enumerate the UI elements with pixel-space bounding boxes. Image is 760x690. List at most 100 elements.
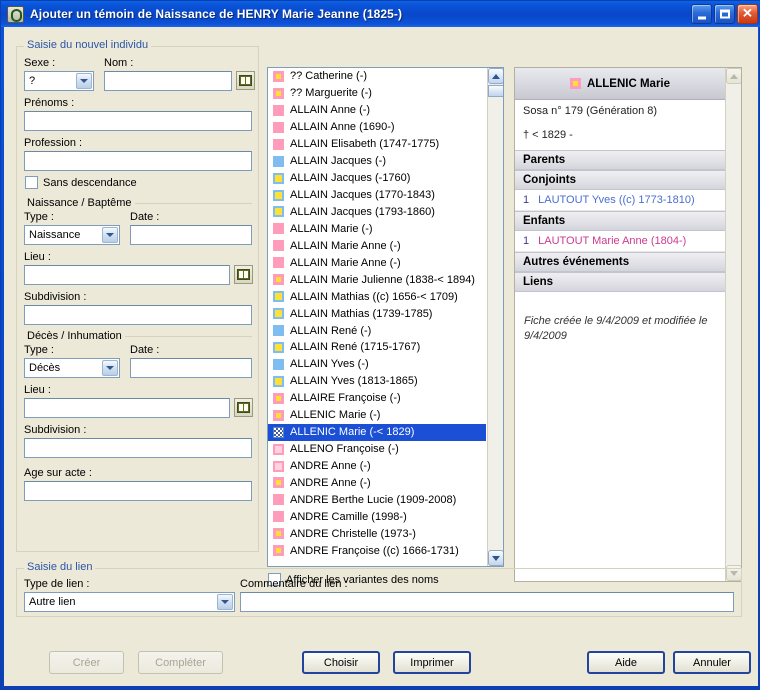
new-individual-group: Saisie du nouvel individu Sexe : ? Nom :…: [16, 39, 259, 552]
birth-lieu-input[interactable]: [24, 265, 230, 285]
death-subdivision-input[interactable]: [24, 438, 252, 458]
list-item[interactable]: ALLAIN Marie Julienne (1838-< 1894): [268, 271, 486, 288]
annuler-button[interactable]: Annuler: [673, 651, 751, 674]
list-item-label: ALLAIN René (1715-1767): [290, 341, 421, 354]
close-icon: ✕: [742, 5, 753, 21]
list-item[interactable]: ALLAIN Marie (-): [268, 220, 486, 237]
list-item[interactable]: ANDRE Anne (-): [268, 458, 486, 475]
list-item[interactable]: ALLAIN Elisabeth (1747-1775): [268, 136, 486, 153]
list-item[interactable]: ALLAIN Yves (1813-1865): [268, 373, 486, 390]
person-detail-body: ALLENIC Marie Sosa n° 179 (Génération 8)…: [515, 68, 725, 581]
list-item[interactable]: ALLAIN René (1715-1767): [268, 339, 486, 356]
list-item[interactable]: ALLAIRE Françoise (-): [268, 390, 486, 407]
list-item-label: ANDRE Anne (-): [290, 460, 371, 473]
close-button[interactable]: ✕: [737, 4, 758, 24]
birth-type-label: Type :: [24, 211, 54, 223]
list-item[interactable]: ALLAIN Jacques (1770-1843): [268, 187, 486, 204]
link-type-select[interactable]: Autre lien: [24, 592, 235, 612]
list-item[interactable]: ALLAIN Anne (-): [268, 102, 486, 119]
list-item[interactable]: ALLAIN Anne (1690-): [268, 119, 486, 136]
list-item-label: ANDRE Berthe Lucie (1909-2008): [290, 493, 457, 506]
child-link[interactable]: LAUTOUT Marie Anne (1804-): [538, 235, 686, 247]
female-icon: [273, 494, 284, 506]
chevron-down-icon[interactable]: [76, 73, 92, 89]
maximize-button[interactable]: [714, 4, 735, 24]
child-row[interactable]: 1 LAUTOUT Marie Anne (1804-): [515, 231, 725, 252]
list-item[interactable]: ALLAIN Jacques (-1760): [268, 170, 486, 187]
chevron-down-icon[interactable]: [102, 227, 118, 243]
imprimer-button[interactable]: Imprimer: [393, 651, 471, 674]
list-item[interactable]: ALLAIN Jacques (-): [268, 153, 486, 170]
birth-type-select[interactable]: Naissance: [24, 225, 120, 245]
list-item[interactable]: ?? Marguerite (-): [268, 85, 486, 102]
male-sosa-icon: [273, 341, 284, 353]
spouse-link[interactable]: LAUTOUT Yves ((c) 1773-1810): [538, 194, 695, 206]
list-item[interactable]: ALLAIN Marie Anne (-): [268, 254, 486, 271]
list-scrollbar[interactable]: [487, 68, 503, 566]
title-bar: Ajouter un témoin de Naissance de HENRY …: [1, 1, 760, 27]
list-item[interactable]: ALLENIC Marie (-< 1829): [268, 423, 486, 441]
list-item[interactable]: ANDRE Christelle (1973-): [268, 525, 486, 542]
link-comment-input[interactable]: [240, 592, 734, 612]
list-item[interactable]: ?? Catherine (-): [268, 68, 486, 85]
list-item[interactable]: ANDRE Anne (-): [268, 475, 486, 492]
death-lieu-input[interactable]: [24, 398, 230, 418]
list-item-label: ALLAIN Yves (1813-1865): [290, 375, 418, 388]
detail-scrollbar[interactable]: [725, 68, 741, 581]
individuals-list[interactable]: ?? Catherine (-) ?? Marguerite (-) ALLAIN …: [267, 67, 504, 567]
chevron-up-icon[interactable]: [726, 68, 741, 84]
list-item[interactable]: ALLAIN Mathias ((c) 1656-< 1709): [268, 288, 486, 305]
death-date-input[interactable]: [130, 358, 252, 378]
minimize-button[interactable]: [691, 4, 712, 24]
female-icon: [273, 240, 284, 252]
male-sosa-icon: [273, 206, 284, 218]
age-input[interactable]: [24, 481, 252, 501]
chevron-up-icon[interactable]: [488, 68, 503, 84]
nom-book-icon[interactable]: [236, 71, 255, 90]
sans-descendance-label: Sans descendance: [43, 176, 137, 189]
female-icon: [273, 257, 284, 269]
list-item-label: ALLAIN Yves (-): [290, 358, 369, 371]
death-lieu-book-icon[interactable]: [234, 398, 253, 417]
list-item[interactable]: ALLAIN René (-): [268, 322, 486, 339]
list-item[interactable]: ANDRE Françoise ((c) 1666-1731): [268, 542, 486, 559]
spouse-row[interactable]: 1 LAUTOUT Yves ((c) 1773-1810): [515, 190, 725, 211]
sexe-select[interactable]: ?: [24, 71, 94, 91]
male-sosa-icon: [273, 172, 284, 184]
male-sosa-icon: [273, 189, 284, 201]
birth-date-input[interactable]: [130, 225, 252, 245]
list-item[interactable]: ANDRE Camille (1998-): [268, 508, 486, 525]
birth-subdivision-input[interactable]: [24, 305, 252, 325]
scrollbar-thumb[interactable]: [488, 85, 503, 97]
birth-subdivision-label: Subdivision :: [24, 291, 87, 303]
list-item[interactable]: ALLAIN Mathias (1739-1785): [268, 305, 486, 322]
new-individual-legend: Saisie du nouvel individu: [24, 39, 152, 52]
male-icon: [273, 155, 284, 167]
nom-input[interactable]: [104, 71, 232, 91]
choisir-button[interactable]: Choisir: [302, 651, 380, 674]
aide-button[interactable]: Aide: [587, 651, 665, 674]
detail-note: Fiche créée le 9/4/2009 et modifiée le 9…: [524, 315, 708, 342]
list-item[interactable]: ALLAIN Jacques (1793-1860): [268, 204, 486, 221]
link-entry-group: Saisie du lien Type de lien : Autre lien…: [16, 561, 742, 617]
death-lieu-label: Lieu :: [24, 384, 51, 396]
list-item[interactable]: ALLAIN Marie Anne (-): [268, 237, 486, 254]
list-item[interactable]: ANDRE Berthe Lucie (1909-2008): [268, 491, 486, 508]
sans-descendance-checkbox[interactable]: Sans descendance: [25, 176, 137, 189]
list-item-label: ALLAIN Elisabeth (1747-1775): [290, 138, 440, 151]
list-item[interactable]: ALLENIC Marie (-): [268, 407, 486, 424]
dithered-icon: [273, 426, 284, 438]
female-sosa-icon: [273, 528, 284, 540]
profession-input[interactable]: [24, 151, 252, 171]
death-type-select[interactable]: Décès: [24, 358, 120, 378]
chevron-down-icon[interactable]: [217, 594, 233, 610]
birth-lieu-label: Lieu :: [24, 251, 51, 263]
female-light-icon: [273, 443, 284, 455]
list-item[interactable]: ALLAIN Yves (-): [268, 356, 486, 373]
birth-lieu-book-icon[interactable]: [234, 265, 253, 284]
prenoms-input[interactable]: [24, 111, 252, 131]
sexe-select-value: ?: [29, 75, 36, 87]
list-item[interactable]: ALLENO Françoise (-): [268, 441, 486, 458]
chevron-down-icon[interactable]: [102, 360, 118, 376]
death-legend: Décès / Inhumation: [24, 330, 125, 343]
